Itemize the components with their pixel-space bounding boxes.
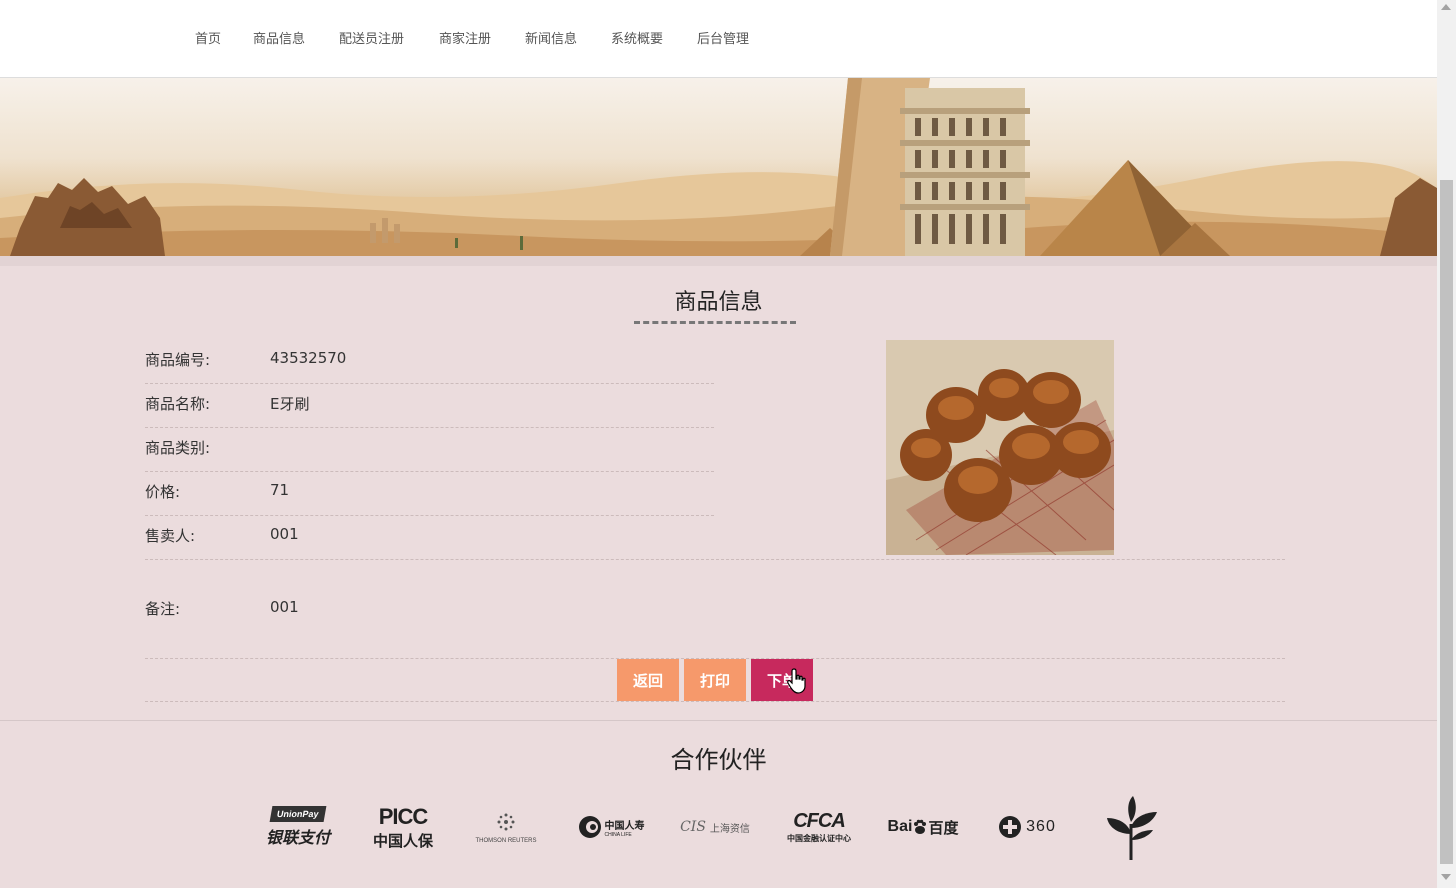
print-button[interactable]: 打印 xyxy=(684,659,746,701)
info-row-product-name: 商品名称: E牙刷 xyxy=(145,383,714,428)
field-value: 001 xyxy=(270,525,299,543)
info-row-product-id: 商品编号: 43532570 xyxy=(145,339,714,384)
field-value: E牙刷 xyxy=(270,395,310,413)
nav-item-courier-register[interactable]: 配送员注册 xyxy=(339,28,404,47)
section-title: 商品信息 xyxy=(674,290,763,315)
logo-sub-text: PICC xyxy=(378,803,429,829)
baidu-logo[interactable]: Bai 百度 xyxy=(886,800,960,854)
nav-item-home[interactable]: 首页 xyxy=(195,28,221,47)
field-label: 商品类别: xyxy=(145,439,211,457)
info-row-seller: 售卖人: 001 xyxy=(145,515,1285,560)
logo-text: 上海资信 xyxy=(709,823,750,835)
footer-divider xyxy=(0,720,1437,721)
field-value: 71 xyxy=(270,481,290,499)
back-button[interactable]: 返回 xyxy=(617,659,679,701)
top-nav: 首页 商品信息 配送员注册 商家注册 新闻信息 系统概要 后台管理 xyxy=(0,0,1437,78)
cfca-logo[interactable]: CFCA 中国金融认证中心 xyxy=(782,800,856,854)
divider xyxy=(145,701,1285,702)
nav-item-merchant-register[interactable]: 商家注册 xyxy=(439,28,491,47)
field-label: 售卖人: xyxy=(145,527,196,545)
logo-text: 中国金融认证中心 xyxy=(787,834,851,843)
logo-text: 中国人保 xyxy=(372,832,433,850)
partners-title: 合作伙伴 xyxy=(670,746,767,774)
field-value: 001 xyxy=(270,598,299,616)
nav-item-news[interactable]: 新闻信息 xyxy=(525,28,577,47)
cis-logo[interactable]: CIS 上海资信 xyxy=(678,800,752,854)
china-life-icon xyxy=(578,816,601,838)
logo-sub-text: CIS xyxy=(680,819,706,835)
logo-sub-text: CHINA LIFE xyxy=(604,831,632,838)
unionpay-logo[interactable]: UnionPay 银联支付 xyxy=(262,800,334,854)
title-underline xyxy=(634,321,796,324)
thomson-reuters-logo[interactable]: THOMSON REUTERS xyxy=(470,800,542,854)
info-row-product-category: 商品类别: xyxy=(145,427,714,472)
logo-sub-text: UnionPay xyxy=(269,806,327,822)
field-label: 价格: xyxy=(145,483,181,501)
360-plus-icon xyxy=(999,816,1022,838)
product-image xyxy=(886,340,1114,555)
banner-carousel[interactable] xyxy=(0,78,1437,256)
nav-item-products[interactable]: 商品信息 xyxy=(253,28,305,47)
hand-cursor-icon xyxy=(787,668,806,694)
logo-text: 中国人寿 xyxy=(604,820,645,832)
tree-logo[interactable] xyxy=(1096,792,1166,864)
paw-icon xyxy=(914,819,927,834)
info-row-price: 价格: 71 xyxy=(145,471,714,516)
scroll-down-arrow-icon[interactable] xyxy=(1441,874,1451,880)
logo-sub-text: Bai xyxy=(887,818,913,835)
banner-image xyxy=(0,78,1437,256)
page: 首页 商品信息 配送员注册 商家注册 新闻信息 系统概要 后台管理 商品信息 商… xyxy=(0,0,1437,888)
banner-shadow xyxy=(0,256,1437,266)
logo-sub-text: CFCA xyxy=(793,810,846,832)
nav-item-admin[interactable]: 后台管理 xyxy=(697,28,749,47)
logo-text: 银联支付 xyxy=(265,830,330,847)
logo-sub-text: 360 xyxy=(1026,818,1056,835)
field-value: 43532570 xyxy=(270,349,347,367)
field-label: 商品编号: xyxy=(145,351,211,369)
nav-item-system-overview[interactable]: 系统概要 xyxy=(611,28,663,47)
vertical-scrollbar[interactable] xyxy=(1437,0,1456,888)
scroll-up-arrow-icon[interactable] xyxy=(1441,4,1451,10)
picc-logo[interactable]: PICC 中国人保 xyxy=(366,800,440,854)
360-logo[interactable]: 360 xyxy=(990,800,1064,854)
field-label: 备注: xyxy=(145,600,181,618)
reuters-dots-icon xyxy=(497,813,515,831)
tree-icon xyxy=(1107,796,1157,860)
scrollbar-thumb[interactable] xyxy=(1440,180,1453,864)
logo-text: 百度 xyxy=(928,819,959,837)
field-label: 商品名称: xyxy=(145,395,211,413)
china-life-logo[interactable]: 中国人寿 CHINA LIFE xyxy=(574,800,648,854)
logo-sub-text: THOMSON REUTERS xyxy=(475,838,537,844)
